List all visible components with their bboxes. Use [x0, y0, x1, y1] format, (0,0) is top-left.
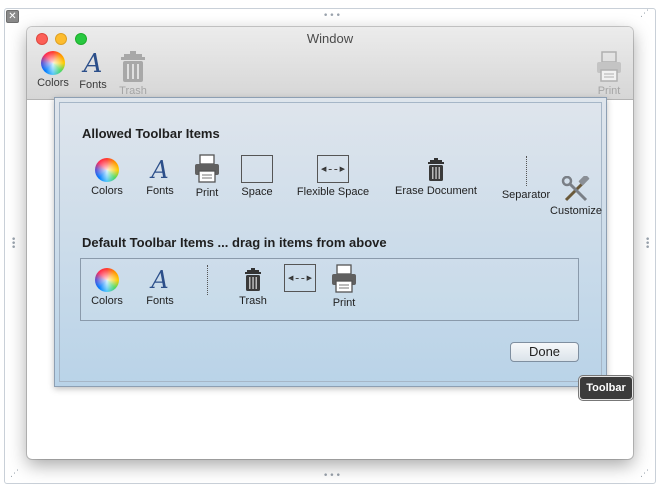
trash-icon [121, 51, 145, 82]
printer-icon [332, 264, 356, 293]
toolbar-item-label: Print [597, 85, 621, 97]
toolbar-tooltip: Toolbar [580, 377, 632, 399]
toolbar-item-label: Trash [119, 85, 147, 97]
toolbar-item-trash[interactable]: Trash [115, 51, 151, 97]
allowed-item-label: Customize [550, 205, 602, 217]
default-item-label: Colors [91, 295, 123, 307]
flexible-space-icon: ◀ ▶ [284, 264, 316, 292]
space-icon [241, 155, 273, 183]
allowed-item-fonts[interactable]: A Fonts [143, 158, 177, 197]
fonts-icon: A [151, 266, 169, 294]
default-item-separator[interactable] [202, 265, 212, 295]
toolbar-item-label: Colors [37, 77, 69, 89]
titlebar: Window Colors A Fonts Trash Print [27, 27, 633, 100]
color-wheel-icon [95, 268, 119, 292]
default-item-label: Print [332, 297, 356, 309]
resize-handle-right[interactable]: • • • [645, 236, 650, 253]
toolbar-item-fonts[interactable]: A Fonts [76, 51, 110, 91]
separator-icon [525, 156, 527, 186]
resize-handle-left[interactable]: • • • [11, 236, 16, 253]
allowed-item-print[interactable]: Print [192, 154, 222, 199]
done-button[interactable]: Done [510, 342, 579, 362]
allowed-items-title: Allowed Toolbar Items [82, 126, 220, 141]
separator-icon [206, 265, 208, 295]
allowed-item-colors[interactable]: Colors [88, 158, 126, 197]
allowed-item-label: Erase Document [395, 185, 477, 197]
resize-handle-top-right[interactable]: ⋰ [640, 10, 650, 19]
allowed-item-space[interactable]: Space [238, 155, 276, 198]
resize-handle-bottom[interactable]: ••• [323, 472, 342, 481]
resize-handle-top[interactable]: ••• [323, 12, 342, 21]
allowed-item-label: Fonts [146, 185, 174, 197]
toolbar-item-label: Fonts [79, 79, 107, 91]
allowed-item-erase-document[interactable]: Erase Document [390, 158, 482, 197]
color-wheel-icon [95, 158, 119, 182]
allowed-item-label: Space [241, 186, 273, 198]
default-items-title: Default Toolbar Items ... drag in items … [82, 235, 387, 250]
allowed-item-label: Colors [91, 185, 123, 197]
flexible-space-icon: ◀ ▶ [317, 155, 349, 183]
allowed-item-label: Print [195, 187, 219, 199]
close-icon[interactable]: ✕ [6, 10, 19, 23]
trash-icon [245, 268, 261, 291]
default-item-fonts[interactable]: A Fonts [143, 268, 177, 307]
tools-icon [561, 176, 590, 202]
fonts-icon: A [83, 49, 103, 79]
resize-handle-bottom-left[interactable]: ⋰ [10, 470, 20, 479]
default-item-label: Fonts [146, 295, 174, 307]
default-item-print[interactable]: Print [328, 264, 360, 309]
toolbar-item-colors[interactable]: Colors [34, 51, 72, 89]
default-item-label: Trash [239, 295, 267, 307]
allowed-item-flexible-space[interactable]: ◀ ▶ Flexible Space [292, 155, 374, 198]
printer-icon [195, 154, 219, 183]
default-item-trash[interactable]: Trash [236, 268, 270, 307]
default-item-flexible-space[interactable]: ◀ ▶ [283, 264, 317, 292]
color-wheel-icon [41, 51, 65, 75]
default-item-colors[interactable]: Colors [88, 268, 126, 307]
printer-icon [597, 51, 621, 82]
trash-icon [428, 158, 444, 181]
allowed-item-label: Flexible Space [296, 186, 370, 198]
fonts-icon: A [151, 156, 169, 184]
allowed-item-customize[interactable]: Customize [546, 176, 606, 217]
toolbar-item-print[interactable]: Print [593, 51, 625, 97]
window-title: Window [306, 31, 354, 46]
resize-handle-bottom-right[interactable]: ⋰ [640, 470, 650, 479]
